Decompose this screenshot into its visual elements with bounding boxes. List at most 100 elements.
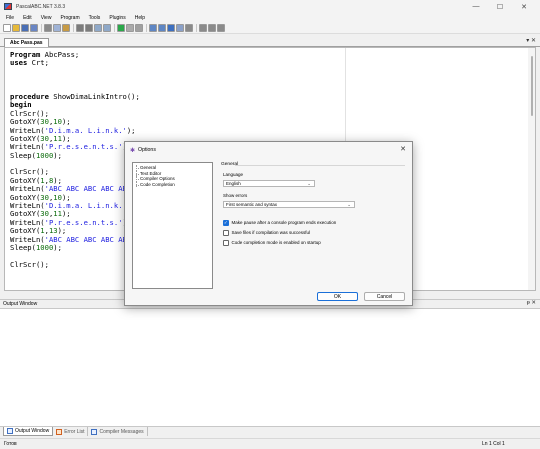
tab-output-window[interactable]: Output Window (3, 427, 54, 436)
tab-close-icon[interactable]: ✕ (531, 38, 536, 44)
pin-icon[interactable]: ᵽ (527, 300, 530, 306)
menu-help[interactable]: Help (135, 15, 145, 21)
code-token: Crt; (27, 58, 49, 68)
pause-after-run-option[interactable]: ✓ Make pause after a console program end… (223, 220, 336, 226)
tab-list-icon[interactable]: ▾ (526, 38, 529, 44)
menu-view[interactable]: View (41, 15, 52, 21)
tab-abc-pass[interactable]: Abc Pass.pas (4, 38, 49, 47)
menu-plugins[interactable]: Plugins (109, 15, 125, 21)
replace-icon[interactable] (103, 24, 111, 32)
open-folder-icon[interactable] (12, 24, 20, 32)
status-bar: Готов Ln 1 Col 1 (0, 438, 540, 449)
window-controls: — ☐ ✕ (464, 0, 536, 13)
menu-tools[interactable]: Tools (89, 15, 101, 21)
code-line: Sleep(1000); (10, 150, 140, 160)
undo-icon[interactable] (76, 24, 84, 32)
save-on-success-option[interactable]: Save files if compilation was successful (223, 230, 310, 236)
compiler-messages-icon (91, 428, 98, 435)
paste-icon[interactable] (62, 24, 70, 32)
cursor-position: Ln 1 Col 1 (482, 441, 505, 447)
dialog-close-button[interactable]: ✕ (400, 145, 406, 153)
code-token: Sleep( (10, 242, 36, 252)
breakpoint-icon[interactable] (167, 24, 175, 32)
editor-vertical-scrollbar[interactable] (528, 48, 535, 290)
output-window-icon (7, 428, 13, 434)
new-file-icon[interactable] (3, 24, 11, 32)
code-token: uses (10, 58, 28, 68)
menu-bar: File Edit View Program Tools Plugins Hel… (0, 13, 540, 23)
output-window-body[interactable] (0, 308, 540, 427)
show-errors-select[interactable]: First semantic and syntax ⌄ (223, 201, 355, 208)
bottom-tabs: Output Window Error List Compiler Messag… (0, 427, 540, 437)
show-errors-value: First semantic and syntax (226, 202, 278, 207)
tree-item-code-completion[interactable]: Code Completion (135, 181, 210, 188)
tab-error-list-label: Error List (64, 428, 85, 435)
output-window-controls: ᵽ ✕ (527, 300, 536, 306)
general-options-panel: General Language English ⌄ Show errors F… (221, 162, 407, 289)
step-over-icon[interactable] (149, 24, 157, 32)
pause-after-run-checkbox[interactable]: ✓ (223, 220, 229, 226)
code-line: ClrScr(); (10, 260, 140, 269)
language-select[interactable]: English ⌄ (223, 180, 315, 187)
redo-icon[interactable] (85, 24, 93, 32)
code-line: uses Crt; (10, 59, 140, 67)
code-token: ); (53, 242, 62, 252)
toolbar (0, 23, 540, 34)
compile-icon[interactable] (135, 24, 143, 32)
run-icon[interactable] (117, 24, 125, 32)
uncomment-icon[interactable] (208, 24, 216, 32)
document-tab-strip: Abc Pass.pas ▾ ✕ (0, 36, 540, 47)
menu-file[interactable]: File (6, 15, 14, 21)
options-icon: ✱ (130, 147, 136, 154)
code-token: ShowDimaLinkIntro(); (48, 91, 140, 101)
save-on-success-checkbox[interactable] (223, 230, 229, 236)
save-icon[interactable] (21, 24, 29, 32)
error-list-icon (56, 428, 63, 435)
tab-error-list[interactable]: Error List (53, 427, 89, 436)
editor-scroll-thumb[interactable] (531, 56, 533, 116)
code-line: Sleep(1000); (10, 242, 140, 252)
code-text[interactable]: Program AbcPass; uses Crt; procedure ShowD… (10, 50, 140, 269)
stop-icon[interactable] (126, 24, 134, 32)
menu-edit[interactable]: Edit (23, 15, 32, 21)
code-token: 1000 (35, 242, 54, 252)
menu-program[interactable]: Program (60, 15, 79, 21)
ok-button[interactable]: OK (317, 292, 358, 301)
minimize-button[interactable]: — (464, 0, 488, 13)
code-token: ); (126, 125, 136, 135)
chevron-down-icon: ⌄ (307, 181, 311, 186)
code-completion-startup-label: Code completion mode is enabled on start… (231, 240, 321, 246)
format-icon[interactable] (185, 24, 193, 32)
code-completion-startup-option[interactable]: Code completion mode is enabled on start… (223, 240, 321, 246)
tab-controls: ▾ ✕ (526, 37, 536, 44)
comment-icon[interactable] (199, 24, 207, 32)
bookmark-icon[interactable] (217, 24, 225, 32)
chevron-down-icon: ⌄ (347, 202, 351, 207)
step-into-icon[interactable] (158, 24, 166, 32)
language-label: Language (223, 172, 244, 177)
copy-icon[interactable] (53, 24, 61, 32)
find-icon[interactable] (94, 24, 102, 32)
pause-after-run-label: Make pause after a console program ends … (231, 220, 337, 226)
toolbar-separator (114, 24, 115, 32)
tab-compiler-messages-label: Compiler Messages (99, 428, 144, 435)
code-completion-startup-checkbox[interactable] (223, 240, 229, 246)
cut-icon[interactable] (44, 24, 52, 32)
section-divider (235, 165, 405, 166)
close-window-button[interactable]: ✕ (512, 0, 536, 13)
options-dialog: ✱ Options ✕ General Text Editor Compiler… (124, 141, 413, 306)
status-text: Готов (4, 441, 17, 447)
save-all-icon[interactable] (30, 24, 38, 32)
language-value: English (226, 181, 241, 186)
watch-icon[interactable] (176, 24, 184, 32)
cancel-button[interactable]: Cancel (364, 292, 405, 301)
output-close-icon[interactable]: ✕ (531, 300, 536, 306)
maximize-button[interactable]: ☐ (488, 0, 512, 13)
code-token: ); (53, 150, 62, 160)
tab-compiler-messages[interactable]: Compiler Messages (88, 427, 148, 436)
toolbar-separator (73, 24, 74, 32)
toolbar-separator (146, 24, 147, 32)
window-title: PascalABC.NET 3.8.3 (16, 3, 66, 10)
